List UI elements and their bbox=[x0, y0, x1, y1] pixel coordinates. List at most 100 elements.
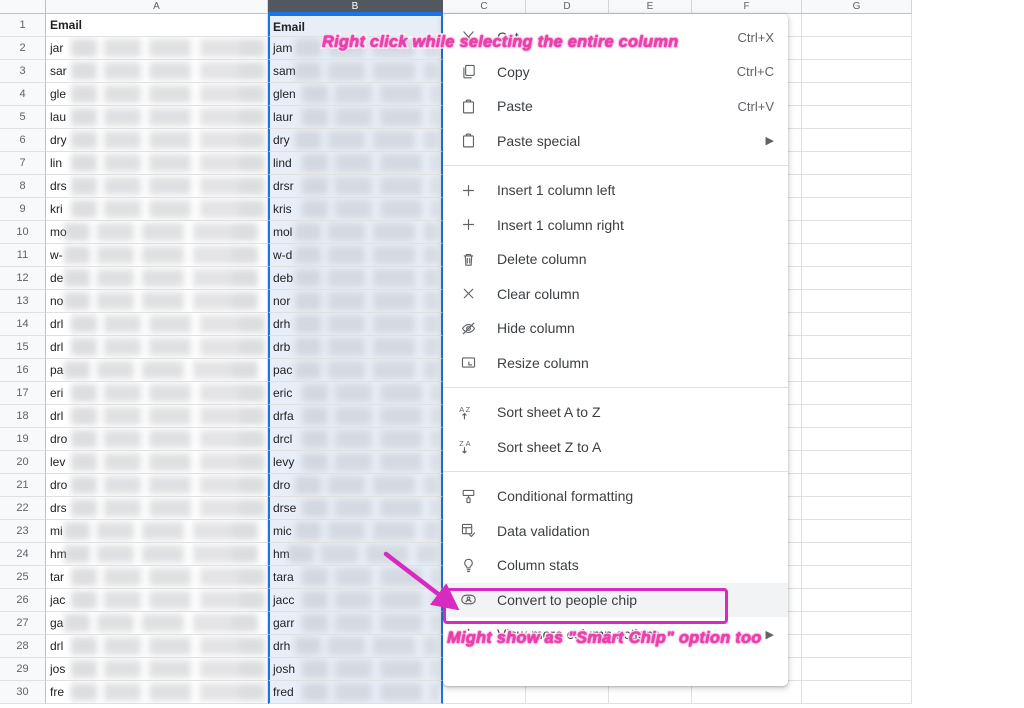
menu-item-data-validation[interactable]: Data validation bbox=[443, 514, 788, 549]
menu-item-resize-column[interactable]: Resize column bbox=[443, 346, 788, 381]
cell-G5[interactable] bbox=[802, 106, 912, 129]
column-header-g[interactable]: G bbox=[802, 0, 912, 14]
cell-B3[interactable]: sam bbox=[268, 60, 443, 83]
row-header-27[interactable]: 27 bbox=[0, 612, 46, 635]
cell-A14[interactable]: drl bbox=[46, 313, 268, 336]
row-header-7[interactable]: 7 bbox=[0, 152, 46, 175]
cell-B22[interactable]: drse bbox=[268, 497, 443, 520]
cell-B4[interactable]: glen bbox=[268, 83, 443, 106]
cell-B14[interactable]: drh bbox=[268, 313, 443, 336]
cell-B13[interactable]: nor bbox=[268, 290, 443, 313]
cell-G27[interactable] bbox=[802, 612, 912, 635]
cell-G30[interactable] bbox=[802, 681, 912, 704]
cell-G1[interactable] bbox=[802, 14, 912, 37]
cell-A24[interactable]: hm bbox=[46, 543, 268, 566]
row-header-17[interactable]: 17 bbox=[0, 382, 46, 405]
row-header-14[interactable]: 14 bbox=[0, 313, 46, 336]
row-header-11[interactable]: 11 bbox=[0, 244, 46, 267]
cell-G7[interactable] bbox=[802, 152, 912, 175]
cell-A7[interactable]: lin bbox=[46, 152, 268, 175]
cell-A25[interactable]: tar bbox=[46, 566, 268, 589]
cell-G20[interactable] bbox=[802, 451, 912, 474]
cell-G29[interactable] bbox=[802, 658, 912, 681]
cell-G26[interactable] bbox=[802, 589, 912, 612]
cell-B21[interactable]: dro bbox=[268, 474, 443, 497]
row-header-20[interactable]: 20 bbox=[0, 451, 46, 474]
cell-B7[interactable]: lind bbox=[268, 152, 443, 175]
menu-item-paste-special[interactable]: Paste special ▶ bbox=[443, 124, 788, 159]
row-header-23[interactable]: 23 bbox=[0, 520, 46, 543]
menu-item-convert-to-people-chip[interactable]: Convert to people chip bbox=[443, 582, 788, 617]
cell-B16[interactable]: pac bbox=[268, 359, 443, 382]
cell-G14[interactable] bbox=[802, 313, 912, 336]
menu-item-sort-sheet-z-to-a[interactable]: Z A Sort sheet Z to A bbox=[443, 430, 788, 465]
row-header-3[interactable]: 3 bbox=[0, 60, 46, 83]
cell-A26[interactable]: jac bbox=[46, 589, 268, 612]
cell-B30[interactable]: fred bbox=[268, 681, 443, 704]
cell-A1[interactable]: Email bbox=[46, 14, 268, 37]
cell-A13[interactable]: no bbox=[46, 290, 268, 313]
cell-G8[interactable] bbox=[802, 175, 912, 198]
cell-G11[interactable] bbox=[802, 244, 912, 267]
cell-B28[interactable]: drh bbox=[268, 635, 443, 658]
cell-A15[interactable]: drl bbox=[46, 336, 268, 359]
cell-A2[interactable]: jar bbox=[46, 37, 268, 60]
cell-A19[interactable]: dro bbox=[46, 428, 268, 451]
column-header-a[interactable]: A bbox=[46, 0, 268, 14]
cell-B26[interactable]: jacc bbox=[268, 589, 443, 612]
context-menu[interactable]: Cut Ctrl+X Copy Ctrl+C Paste Ctrl+V Paste spec… bbox=[443, 14, 788, 686]
row-header-1[interactable]: 1 bbox=[0, 14, 46, 37]
cell-A5[interactable]: lau bbox=[46, 106, 268, 129]
cell-A20[interactable]: lev bbox=[46, 451, 268, 474]
cell-G22[interactable] bbox=[802, 497, 912, 520]
cell-B18[interactable]: drfa bbox=[268, 405, 443, 428]
menu-item-paste[interactable]: Paste Ctrl+V bbox=[443, 89, 788, 124]
cell-B24[interactable]: hm bbox=[268, 543, 443, 566]
cell-B8[interactable]: drsr bbox=[268, 175, 443, 198]
cell-G3[interactable] bbox=[802, 60, 912, 83]
cell-B15[interactable]: drb bbox=[268, 336, 443, 359]
select-all-corner[interactable] bbox=[0, 0, 46, 14]
row-header-22[interactable]: 22 bbox=[0, 497, 46, 520]
cell-A3[interactable]: sar bbox=[46, 60, 268, 83]
row-header-5[interactable]: 5 bbox=[0, 106, 46, 129]
cell-G28[interactable] bbox=[802, 635, 912, 658]
menu-item-insert-1-column-left[interactable]: Insert 1 column left bbox=[443, 173, 788, 208]
cell-G25[interactable] bbox=[802, 566, 912, 589]
cell-B5[interactable]: laur bbox=[268, 106, 443, 129]
cell-B10[interactable]: mol bbox=[268, 221, 443, 244]
column-header-f[interactable]: F bbox=[692, 0, 802, 14]
row-header-13[interactable]: 13 bbox=[0, 290, 46, 313]
cell-G13[interactable] bbox=[802, 290, 912, 313]
cell-G17[interactable] bbox=[802, 382, 912, 405]
menu-item-hide-column[interactable]: Hide column bbox=[443, 311, 788, 346]
row-header-2[interactable]: 2 bbox=[0, 37, 46, 60]
row-header-15[interactable]: 15 bbox=[0, 336, 46, 359]
cell-A8[interactable]: drs bbox=[46, 175, 268, 198]
cell-B11[interactable]: w-d bbox=[268, 244, 443, 267]
cell-B19[interactable]: drcl bbox=[268, 428, 443, 451]
cell-G24[interactable] bbox=[802, 543, 912, 566]
cell-A6[interactable]: dry bbox=[46, 129, 268, 152]
menu-item-copy[interactable]: Copy Ctrl+C bbox=[443, 55, 788, 90]
cell-G19[interactable] bbox=[802, 428, 912, 451]
row-header-21[interactable]: 21 bbox=[0, 474, 46, 497]
menu-item-clear-column[interactable]: Clear column bbox=[443, 277, 788, 312]
menu-item-sort-sheet-a-to-z[interactable]: A Z Sort sheet A to Z bbox=[443, 395, 788, 430]
cell-A18[interactable]: drl bbox=[46, 405, 268, 428]
cell-G16[interactable] bbox=[802, 359, 912, 382]
cell-A4[interactable]: gle bbox=[46, 83, 268, 106]
cell-G12[interactable] bbox=[802, 267, 912, 290]
row-header-25[interactable]: 25 bbox=[0, 566, 46, 589]
cell-A21[interactable]: dro bbox=[46, 474, 268, 497]
cell-G21[interactable] bbox=[802, 474, 912, 497]
cell-A27[interactable]: ga bbox=[46, 612, 268, 635]
menu-item-conditional-formatting[interactable]: Conditional formatting bbox=[443, 479, 788, 514]
column-header-b[interactable]: B bbox=[268, 0, 443, 14]
cell-B20[interactable]: levy bbox=[268, 451, 443, 474]
cell-A30[interactable]: fre bbox=[46, 681, 268, 704]
cell-B12[interactable]: deb bbox=[268, 267, 443, 290]
cell-G4[interactable] bbox=[802, 83, 912, 106]
cell-B25[interactable]: tara bbox=[268, 566, 443, 589]
cell-G15[interactable] bbox=[802, 336, 912, 359]
